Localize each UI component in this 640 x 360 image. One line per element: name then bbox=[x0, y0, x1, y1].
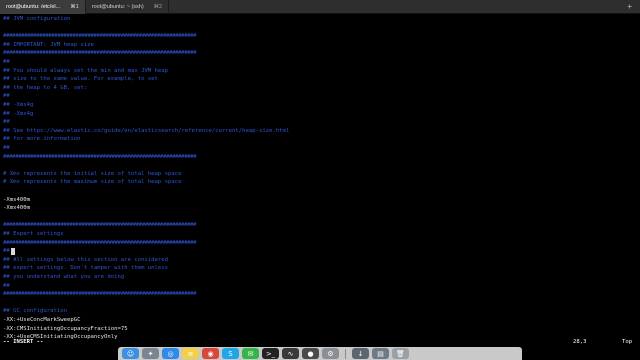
comment-line: ## bbox=[3, 248, 10, 255]
comment-line: ## you understand what you are doing bbox=[3, 274, 125, 280]
comment-line: ########################################… bbox=[3, 239, 197, 246]
messages-icon[interactable]: ✉ bbox=[242, 348, 259, 359]
comment-line: ## expert settings. Don't tamper with th… bbox=[3, 265, 169, 272]
tab-shortcut: ⌘2 bbox=[153, 3, 163, 10]
comment-line: ## IMPORTANT: JVM heap size bbox=[3, 41, 94, 48]
dock-separator bbox=[345, 348, 346, 359]
comment-line: ## JVM configuration bbox=[3, 16, 71, 22]
comment-line: ## You should always set the min and max… bbox=[3, 67, 169, 74]
scroll-position: Top bbox=[622, 339, 633, 345]
comment-line: ## bbox=[3, 59, 10, 65]
comment-line: ########################################… bbox=[3, 153, 197, 160]
activity-monitor-icon[interactable]: ∿ bbox=[282, 348, 299, 359]
notes-icon[interactable]: ≡ bbox=[182, 348, 199, 359]
comment-line: ## All settings below this section are c… bbox=[3, 256, 169, 263]
camera-icon[interactable]: ● bbox=[302, 348, 319, 359]
vim-status-line: -- INSERT -- 28,3 Top bbox=[0, 338, 640, 347]
downloads-icon[interactable]: ↓ bbox=[352, 348, 369, 359]
trash-icon[interactable]: 🗑 bbox=[392, 348, 409, 359]
new-tab-button[interactable]: + bbox=[619, 0, 640, 14]
comment-line: ## bbox=[3, 119, 10, 126]
comment-line: # Xms represents the initial size of tot… bbox=[3, 170, 182, 177]
config-line: -XX:CMSInitiatingOccupancyFraction=75 bbox=[3, 325, 128, 332]
comment-line: ## GC configuration bbox=[3, 308, 67, 315]
tab-terminal-1[interactable]: root@ubuntu: /etc/el... ⌘1 bbox=[0, 0, 86, 14]
comment-line: ## Expert settings bbox=[3, 231, 64, 237]
terminal-icon[interactable]: >_ bbox=[262, 348, 279, 359]
system-preferences-icon[interactable]: ⚙ bbox=[322, 348, 339, 359]
finder-icon[interactable]: ☺ bbox=[122, 348, 139, 359]
documents-icon[interactable]: ▤ bbox=[372, 348, 389, 359]
comment-line: ## bbox=[3, 93, 10, 100]
comment-line: ## -Xmx4g bbox=[3, 110, 34, 117]
comment-line: ########################################… bbox=[3, 222, 197, 229]
tab-shortcut: ⌘1 bbox=[70, 3, 79, 10]
comment-line: ## for more information bbox=[3, 136, 81, 143]
comment-line: ########################################… bbox=[3, 50, 197, 57]
vim-mode-indicator: -- INSERT -- bbox=[3, 339, 44, 345]
launchpad-icon[interactable]: ✦ bbox=[142, 348, 159, 359]
safari-icon[interactable]: ◎ bbox=[162, 348, 179, 359]
tab-title: root@ubuntu: /etc/el... bbox=[6, 3, 61, 10]
tab-bar: root@ubuntu: /etc/el... ⌘1 root@ubuntu: … bbox=[0, 0, 640, 14]
tab-terminal-2[interactable]: root@ubuntu: ~ (ssh) ⌘2 bbox=[86, 0, 170, 14]
comment-line: ## bbox=[3, 282, 10, 289]
chrome-icon[interactable]: ◉ bbox=[202, 348, 219, 359]
comment-line: ## See https://www.elastic.co/guide/en/e… bbox=[3, 127, 290, 134]
comment-line: ########################################… bbox=[3, 291, 197, 298]
comment-line: ########################################… bbox=[3, 33, 197, 40]
config-line: -Xmx400m bbox=[3, 205, 30, 212]
comment-line: # Xmx represents the maximum size of tot… bbox=[3, 179, 182, 186]
config-line: -Xms400m bbox=[3, 196, 30, 203]
tab-title: root@ubuntu: ~ (ssh) bbox=[91, 3, 144, 10]
macos-dock: ☺ ✦ ◎ ≡ ◉ S ✉ >_ ∿ ● ⚙ ↓ ▤ 🗑 bbox=[118, 347, 522, 360]
comment-line: ## bbox=[3, 145, 10, 151]
comment-line: ## -Xms4g bbox=[3, 102, 34, 108]
comment-line: ## size to the same value. For example, … bbox=[3, 76, 158, 83]
cursor-position: 28,3 bbox=[573, 339, 587, 345]
comment-line: ## the heap to 4 GB, set: bbox=[3, 84, 88, 91]
vim-editor[interactable]: ## JVM configuration ####################… bbox=[0, 14, 640, 347]
text-cursor bbox=[11, 248, 15, 256]
config-line: -XX:+UseConcMarkSweepGC bbox=[3, 317, 81, 323]
skype-icon[interactable]: S bbox=[222, 348, 239, 359]
